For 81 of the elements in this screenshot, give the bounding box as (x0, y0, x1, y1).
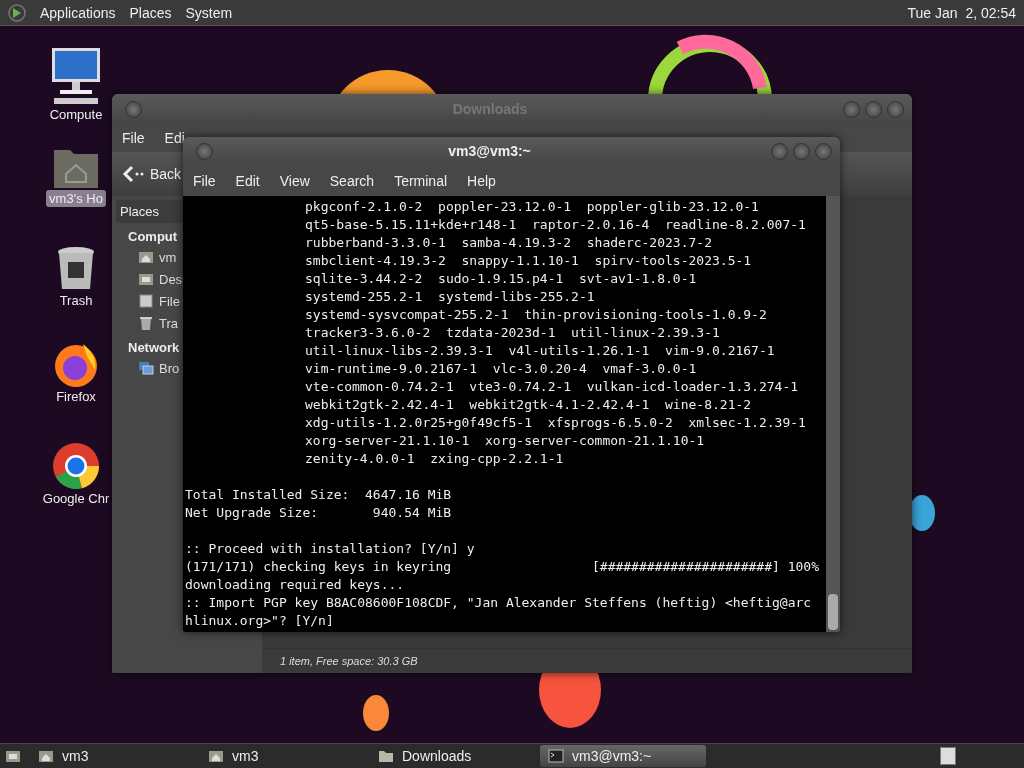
workspace-icon[interactable] (940, 747, 956, 765)
terminal-line: hlinux.org>"? [Y/n] (185, 612, 335, 630)
menu-item[interactable]: Terminal (394, 172, 448, 189)
back-button[interactable]: Back (122, 165, 182, 183)
panel-menu[interactable]: System (185, 4, 233, 21)
terminal-line: smbclient-4.19.3-2 snappy-1.1.10-1 spirv-tools-2023.5-1 (304, 252, 753, 270)
back-arrow-icon (122, 165, 144, 183)
taskbar-button[interactable]: Downloads (370, 745, 536, 767)
terminal-line: sqlite-3.44.2-2 sudo-1.9.15.p4-1 svt-av1-1.8.0-1 (304, 270, 698, 288)
sidebar-item[interactable]: Bro (159, 360, 180, 376)
window-title: vm3@vm3:~ (447, 143, 532, 159)
terminal-icon (548, 748, 564, 764)
terminal-line: :: Import PGP key B8AC08600F108CDF, "Jan Alexander Steffens (heftig) <heftig@arc (185, 594, 813, 612)
terminal-line: xdg-utils-1.2.0r25+g0f49cf5-1 xfsprogs-6.5.0-2 xmlsec-1.2.39-1 (304, 414, 807, 432)
maximize-button[interactable] (793, 142, 810, 160)
terminal-line: webkit2gtk-2.42.4-1 webkit2gtk-4.1-2.42.4-1 wine-8.21-2 (304, 396, 753, 414)
sidebar-item[interactable]: File (159, 293, 180, 309)
sidebar-item[interactable]: vm (159, 249, 177, 265)
taskbar-button[interactable]: vm3@vm3:~ (540, 745, 706, 767)
menu-item[interactable]: File (122, 130, 145, 146)
taskbar-button[interactable]: vm3 (200, 745, 366, 767)
desktop-icon-label[interactable]: Compute (46, 106, 106, 123)
close-button[interactable] (815, 142, 832, 160)
terminal-line: rubberband-3.3.0-1 samba-4.19.3-2 shaderc-2023.7-2 (304, 234, 713, 252)
window-menu-button[interactable] (196, 142, 213, 160)
terminal-line: xorg-server-21.1.10-1 xorg-server-common-21.1.10-1 (304, 432, 706, 450)
terminal-line: downloading required keys... (185, 576, 406, 594)
drive-icon (138, 293, 154, 309)
firefox-icon (53, 342, 99, 388)
terminal-line: systemd-255.2-1 systemd-libs-255.2-1 (304, 288, 596, 306)
desktop-icon-label[interactable]: Firefox (53, 388, 99, 405)
terminal-line: (171/171) checking keys in keyring [######################] 100% (185, 558, 820, 576)
minimize-button[interactable] (771, 142, 788, 160)
taskbar-button[interactable]: vm3 (30, 745, 196, 767)
home-folder-icon (208, 748, 224, 764)
computer-icon (50, 46, 102, 106)
sidebar-heading: Network (127, 339, 180, 357)
sidebar-header: Places (116, 200, 186, 223)
close-button[interactable] (887, 100, 904, 118)
terminal-line: vte-common-0.74.2-1 vte3-0.74.2-1 vulkan-icd-loader-1.3.274-1 (304, 378, 800, 396)
home-folder-icon (38, 748, 54, 764)
menu-item[interactable]: View (279, 172, 310, 189)
minimize-button[interactable] (843, 100, 860, 118)
terminal-line: util-linux-libs-2.39.3-1 v4l-utils-1.26.1-1 vim-9.0.2167-1 (304, 342, 776, 360)
terminal-line: Net Upgrade Size: 940.54 MiB (185, 504, 453, 522)
window-menu-button[interactable] (125, 100, 142, 118)
desktop-icon-label[interactable]: Trash (56, 292, 96, 309)
terminal-line: tracker3-3.6.0-2 tzdata-2023d-1 util-linux-2.39.3-1 (304, 324, 721, 342)
sidebar-item[interactable]: Tra (159, 315, 179, 331)
terminal-line: systemd-sysvcompat-255.2-1 thin-provisioning-tools-1.0.9-2 (304, 306, 768, 324)
chrome-icon (52, 442, 100, 490)
clock: Tue Jan 2, 02:54 (907, 4, 1016, 21)
terminal-line: :: Proceed with installation? [Y/n] y (185, 540, 476, 558)
home-folder-icon (138, 249, 154, 265)
menu-item[interactable]: File (193, 172, 216, 189)
maximize-button[interactable] (865, 100, 882, 118)
menu-item[interactable]: Search (329, 172, 375, 189)
sidebar-item[interactable]: Des (159, 271, 183, 287)
terminal-line: qt5-base-5.15.11+kde+r148-1 raptor-2.0.16-4 readline-8.2.007-1 (304, 216, 807, 234)
desktop-folder-icon (138, 271, 154, 287)
panel-menu[interactable]: Places (129, 4, 172, 21)
status-text: 1 item, Free space: 30.3 GB (262, 648, 912, 673)
trash-icon (56, 246, 96, 292)
panel-menu[interactable]: Applications (40, 4, 116, 21)
trash-icon (138, 315, 154, 331)
menu-item[interactable]: Edi (164, 130, 185, 146)
terminal-line: Total Installed Size: 4647.16 MiB (185, 486, 453, 504)
menu-item[interactable]: Edit (235, 172, 260, 189)
network-icon (138, 360, 154, 376)
desktop-folder-icon (5, 748, 21, 764)
terminal-line: pkgconf-2.1.0-2 poppler-23.12.0-1 poppler-glib-23.12.0-1 (304, 198, 760, 216)
sidebar-heading: Comput (127, 228, 178, 246)
wallpaper-oval (909, 495, 935, 531)
desktop-icon-label[interactable]: Google Chr (39, 490, 113, 507)
scrollbar[interactable] (826, 196, 840, 632)
menu-logo-icon[interactable] (8, 3, 26, 22)
terminal-line: zenity-4.0.0-1 zxing-cpp-2.2.1-1 (304, 450, 565, 468)
folder-icon (378, 748, 394, 764)
wallpaper-oval (363, 695, 389, 731)
terminal-line: vim-runtime-9.0.2167-1 vlc-3.0.20-4 vmaf-3.0.0-1 (304, 360, 698, 378)
menu-item[interactable]: Help (467, 172, 496, 189)
